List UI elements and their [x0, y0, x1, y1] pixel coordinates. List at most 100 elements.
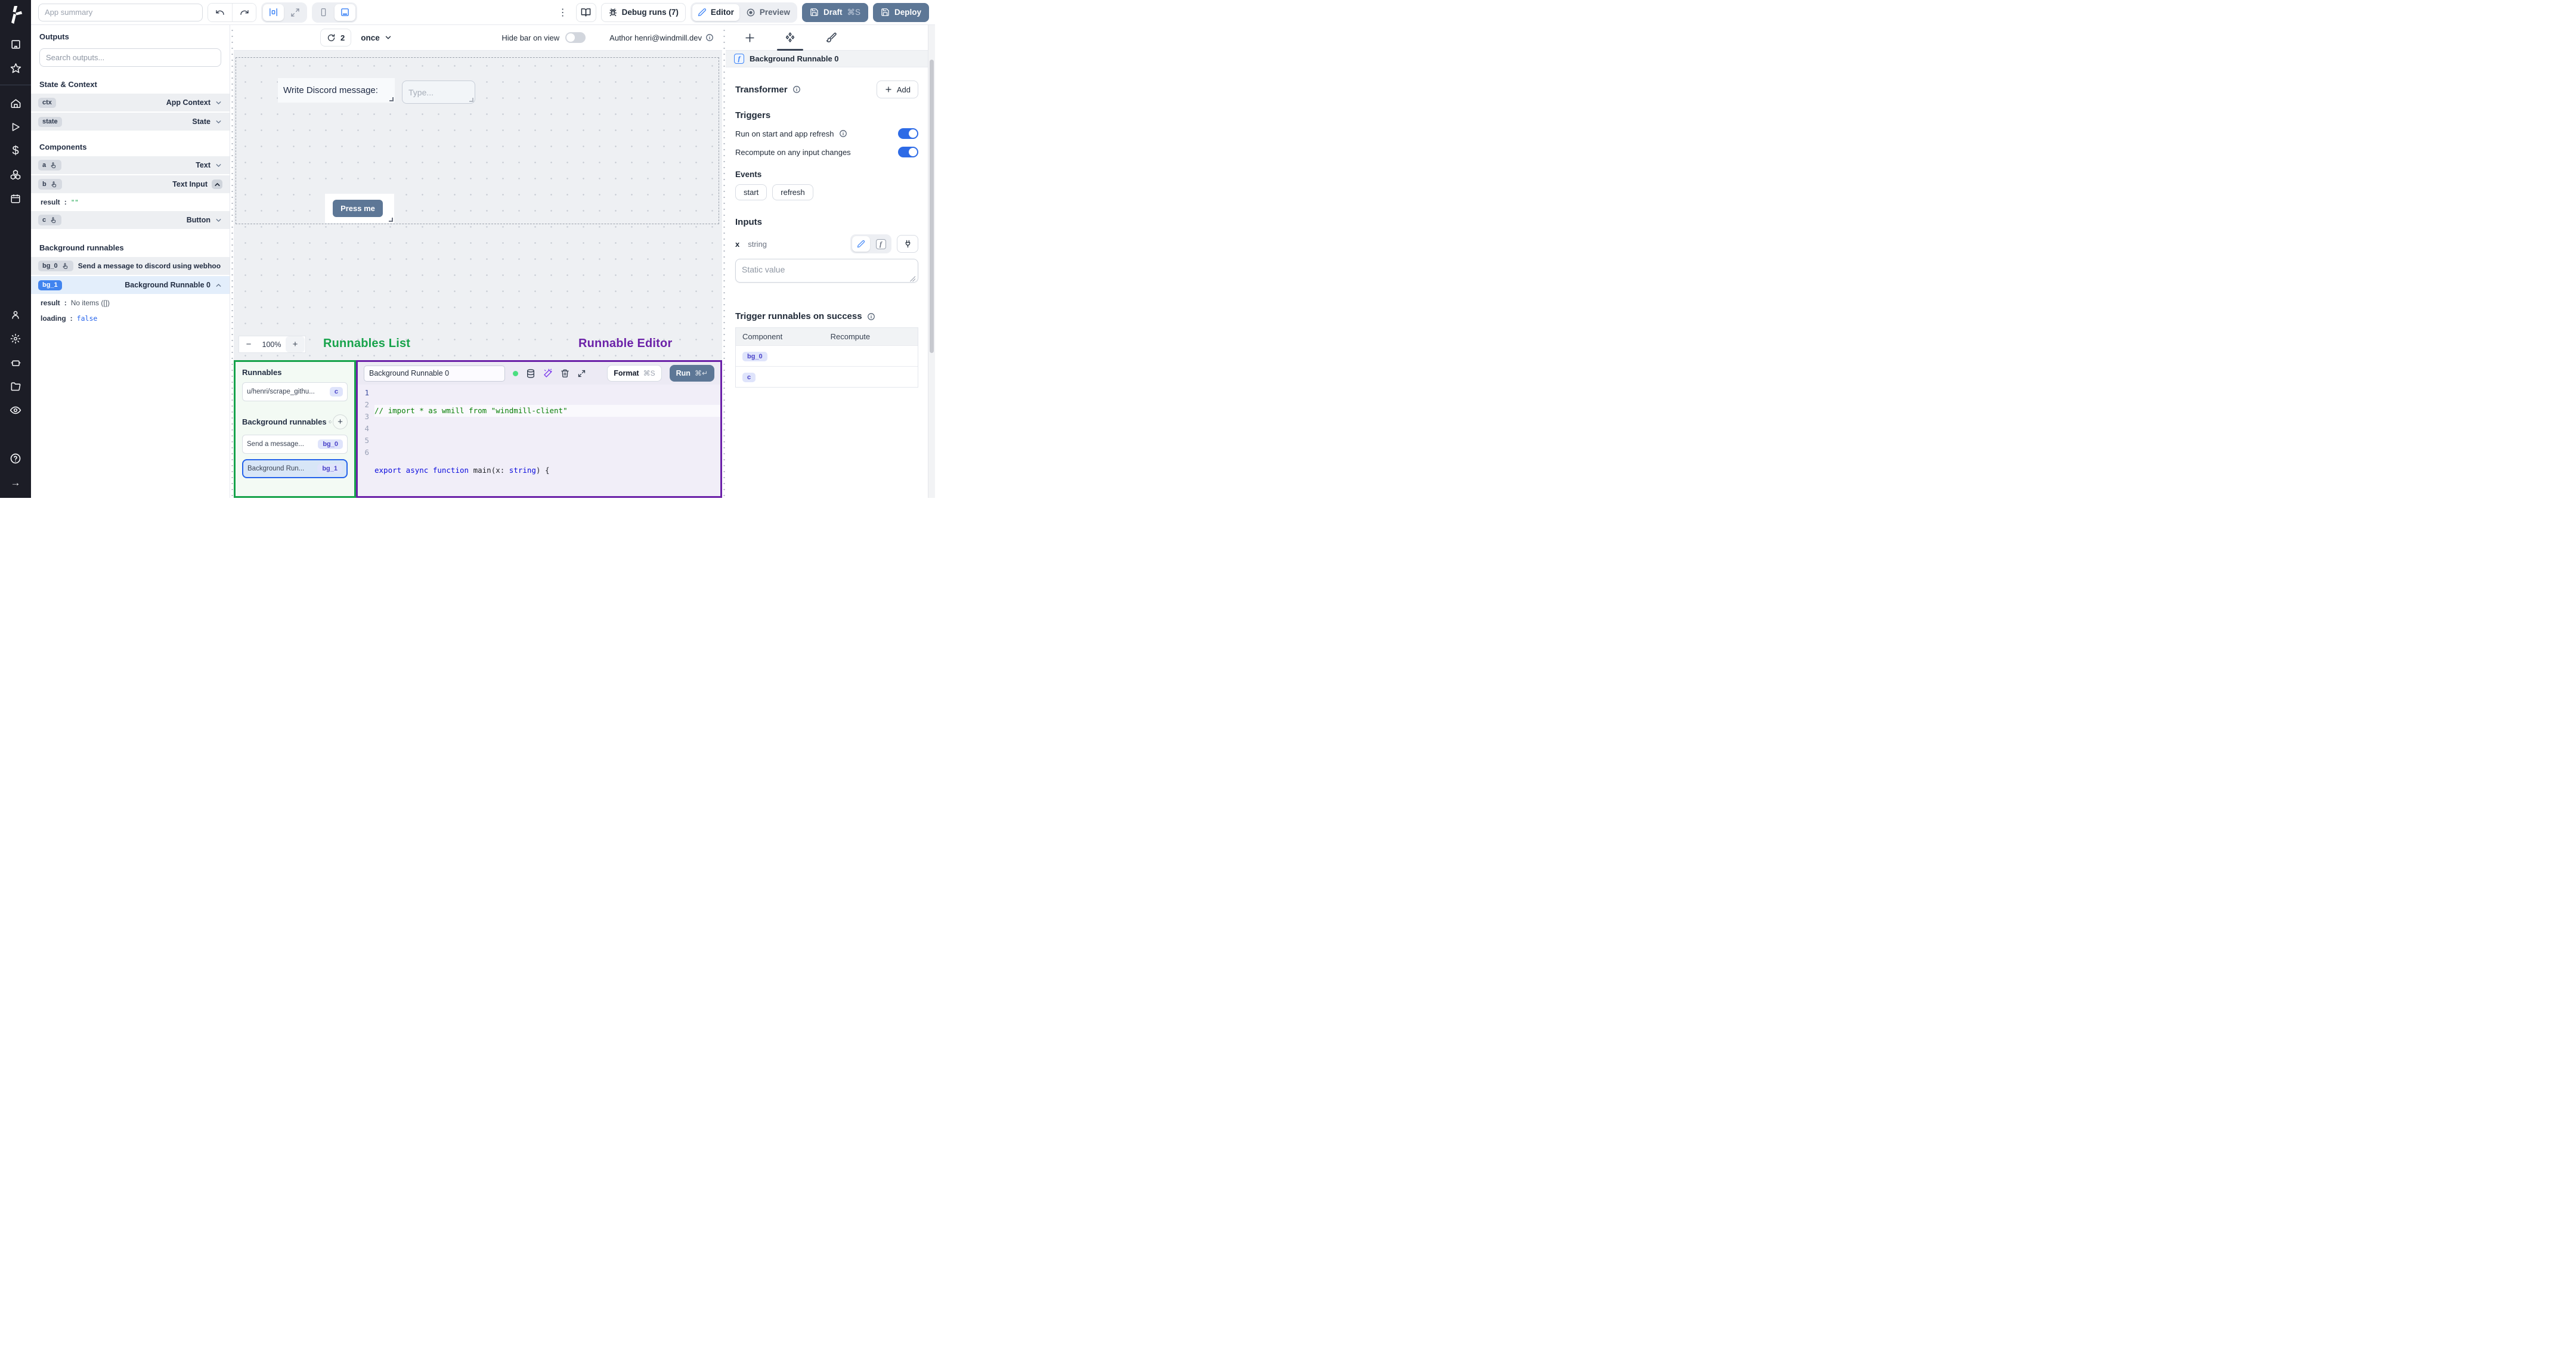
- mobile-view-button[interactable]: [314, 4, 333, 21]
- runs-play-icon[interactable]: [5, 116, 26, 138]
- help-icon[interactable]: [5, 448, 26, 469]
- runnable-item-c[interactable]: u/henri/scrape_githu... c: [242, 382, 348, 401]
- favorites-star-icon[interactable]: [5, 57, 26, 79]
- event-start-button[interactable]: start: [735, 184, 767, 200]
- trigger2-label: Recompute on any input changes: [735, 147, 851, 157]
- search-outputs-input[interactable]: [39, 48, 221, 67]
- redo-button[interactable]: [232, 3, 256, 21]
- workers-robot-icon[interactable]: [5, 352, 26, 373]
- line-numbers: 1 2 3 4 5 6: [364, 388, 369, 457]
- output-row-a[interactable]: a Text: [31, 156, 230, 174]
- fullwidth-layout-button[interactable]: [285, 4, 305, 21]
- chevron-up-icon: [214, 182, 220, 186]
- runnable-item-bg1-selected[interactable]: Background Run... bg_1: [242, 459, 348, 478]
- code-editor[interactable]: 1 2 3 4 5 6 // import * as wmill from "w…: [358, 385, 720, 496]
- static-value-input[interactable]: [735, 259, 918, 283]
- add-transformer-button[interactable]: Add: [876, 80, 918, 98]
- run-on-start-toggle[interactable]: [898, 128, 918, 139]
- kebab-menu-icon[interactable]: ⋮: [555, 7, 571, 18]
- column-header: Component: [742, 332, 783, 341]
- undo-button[interactable]: [208, 3, 232, 21]
- expand-icon[interactable]: [577, 369, 586, 378]
- delete-trash-icon[interactable]: [561, 368, 569, 378]
- text-component[interactable]: Write Discord message:: [278, 78, 395, 103]
- runnable-editor-annotation: Runnable Editor: [578, 337, 673, 350]
- output-row-b[interactable]: b Text Input: [31, 175, 230, 193]
- collapse-arrow-icon[interactable]: →: [5, 472, 26, 493]
- a-badge: a: [38, 160, 62, 171]
- components-title: Components: [39, 143, 87, 151]
- schedules-calendar-icon[interactable]: [5, 188, 26, 209]
- audit-eye-icon[interactable]: [5, 399, 26, 421]
- resize-handle[interactable]: [389, 97, 394, 101]
- textarea-resize-handle[interactable]: [910, 276, 915, 281]
- home-icon[interactable]: [5, 92, 26, 114]
- hide-bar-toggle[interactable]: [565, 32, 586, 43]
- output-row-bg1[interactable]: bg_1 Background Runnable 0: [31, 276, 230, 294]
- run-button[interactable]: Run ⌘↵: [669, 365, 714, 382]
- variables-dollar-icon[interactable]: $: [5, 140, 26, 162]
- folders-icon[interactable]: [5, 376, 26, 397]
- deploy-button[interactable]: Deploy: [872, 2, 929, 22]
- output-row-c[interactable]: c Button: [31, 211, 230, 229]
- plus-icon: [886, 86, 891, 92]
- tab-editor[interactable]: Editor: [692, 4, 739, 21]
- docs-button[interactable]: [575, 2, 596, 22]
- transformer-title: Transformer: [735, 85, 801, 95]
- debug-runs-button[interactable]: Debug runs (7): [600, 2, 686, 22]
- tab-styling-brush[interactable]: [818, 25, 844, 50]
- zoom-in-button[interactable]: +: [286, 336, 305, 352]
- recompute-toggle[interactable]: [898, 147, 918, 157]
- output-row-bg0[interactable]: bg_0 Send a message to discord using web…: [31, 257, 230, 275]
- app-canvas[interactable]: Write Discord message: Type... Press me …: [234, 51, 722, 360]
- cache-database-icon[interactable]: [526, 368, 535, 379]
- format-button[interactable]: Format ⌘S: [607, 365, 662, 382]
- runnable-badge: bg_0: [318, 439, 343, 449]
- bg0-badge: bg_0: [38, 261, 73, 271]
- runnable-name-input[interactable]: [364, 365, 505, 382]
- tab-preview[interactable]: Preview: [741, 4, 795, 21]
- inputs-title: Inputs: [735, 217, 762, 227]
- ai-wand-icon[interactable]: [543, 368, 553, 378]
- pencil-icon: [857, 240, 865, 248]
- bug-icon: [609, 8, 617, 16]
- tab-settings-components[interactable]: [777, 25, 803, 51]
- component-settings-panel: f Background Runnable 0 Transformer Add …: [726, 25, 928, 498]
- scrollbar[interactable]: [928, 25, 935, 498]
- status-dot: [513, 370, 518, 376]
- runnable-item-bg0[interactable]: Send a message... bg_0: [242, 435, 348, 454]
- mobile-icon: [321, 8, 326, 17]
- chevron-down-icon: [216, 218, 221, 222]
- add-background-runnable-button[interactable]: +: [333, 414, 348, 429]
- press-me-button[interactable]: Press me: [333, 200, 383, 217]
- button-component-box[interactable]: Press me: [325, 194, 394, 223]
- text-input-component[interactable]: Type...: [402, 80, 475, 104]
- code-lines: // import * as wmill from "windmill-clie…: [374, 387, 720, 496]
- center-layout-button[interactable]: [263, 4, 284, 21]
- app-summary-input[interactable]: [38, 3, 203, 21]
- workspace-icon[interactable]: [5, 33, 26, 55]
- output-row-state[interactable]: state State: [31, 113, 230, 131]
- draft-button[interactable]: Draft ⌘S: [801, 2, 868, 22]
- windmill-logo-icon[interactable]: [8, 6, 23, 24]
- desktop-view-button[interactable]: [335, 4, 355, 21]
- static-mode-button[interactable]: [852, 236, 870, 252]
- eval-mode-button[interactable]: f: [872, 236, 890, 252]
- zoom-out-button[interactable]: −: [239, 336, 258, 352]
- canvas-zoom-control: − 100% +: [239, 336, 306, 353]
- refresh-button[interactable]: 2: [320, 29, 352, 47]
- users-icon[interactable]: [5, 304, 26, 326]
- scrollbar-thumb[interactable]: [930, 60, 934, 353]
- connect-plug-button[interactable]: [897, 235, 918, 253]
- tab-insert-plus[interactable]: [736, 25, 763, 50]
- input-type: string: [748, 239, 767, 249]
- event-refresh-button[interactable]: refresh: [772, 184, 813, 200]
- chevron-down-icon: [216, 163, 221, 167]
- settings-gear-icon[interactable]: [5, 328, 26, 349]
- resize-handle[interactable]: [469, 98, 473, 102]
- state-context-title: State & Context: [39, 80, 97, 89]
- output-row-ctx[interactable]: ctx App Context: [31, 94, 230, 112]
- resources-cubes-icon[interactable]: [5, 164, 26, 185]
- resize-handle[interactable]: [389, 218, 393, 222]
- refresh-interval-dropdown[interactable]: once: [361, 33, 392, 42]
